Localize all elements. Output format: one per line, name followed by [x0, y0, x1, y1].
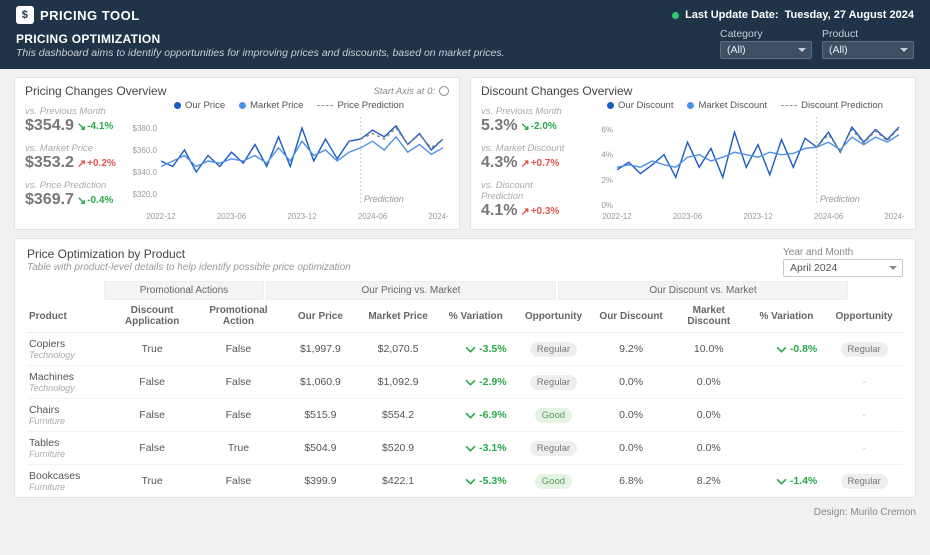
topbar: $ PRICING TOOL Last Update Date: Tuesday…	[0, 0, 930, 69]
group-promo: Promotional Actions	[104, 281, 264, 300]
pricing-overview-card: Pricing Changes Overview Start Axis at 0…	[14, 77, 460, 230]
kpi-d-market: vs. Market Discount 4.3% ↗+0.7%	[481, 143, 577, 172]
product-filter-label: Product	[822, 28, 914, 40]
group-discount: Our Discount vs. Market	[558, 281, 848, 300]
pricing-card-title: Pricing Changes Overview	[25, 84, 166, 98]
svg-text:4%: 4%	[601, 151, 613, 160]
svg-text:Prediction: Prediction	[820, 194, 860, 204]
last-update-value: Tuesday, 27 August 2024	[785, 9, 914, 21]
group-pricing: Our Pricing vs. Market	[266, 281, 556, 300]
col-disc-app[interactable]: Discount Application	[109, 300, 195, 333]
axis-toggle[interactable]: Start Axis at 0:	[374, 86, 449, 97]
col-our-price[interactable]: Our Price	[282, 300, 360, 333]
pricing-kpis: vs. Previous Month $354.9 ↘-4.1% vs. Mar…	[25, 100, 121, 223]
category-filter-label: Category	[720, 28, 812, 40]
page-subtitle: This dashboard aims to identify opportun…	[16, 47, 505, 59]
table-subtitle: Table with product-level details to help…	[27, 262, 351, 273]
table-row[interactable]: CopiersTechnologyTrueFalse$1,997.9$2,070…	[27, 333, 903, 366]
month-filter-label: Year and Month	[783, 247, 903, 258]
col-mkt-price[interactable]: Market Price	[359, 300, 437, 333]
col-product[interactable]: Product	[27, 300, 109, 333]
table-row[interactable]: TablesFurnitureFalseTrue$504.9$520.9-3.1…	[27, 432, 903, 465]
discount-line-chart: 0% 2% 4% 6% Prediction 2022-12 2023-06 2023-12 2…	[585, 113, 905, 223]
svg-text:2023-06: 2023-06	[217, 212, 247, 221]
app-name: PRICING TOOL	[40, 8, 140, 23]
discount-card-title: Discount Changes Overview	[481, 84, 632, 98]
up-arrow-icon: ↗+0.2%	[77, 157, 116, 170]
kpi-prev-month: vs. Previous Month $354.9 ↘-4.1%	[25, 106, 121, 135]
charts-row: Pricing Changes Overview Start Axis at 0…	[14, 77, 916, 230]
svg-text:2024-12: 2024-12	[428, 212, 449, 221]
table-scroll[interactable]: CopiersTechnologyTrueFalse$1,997.9$2,070…	[27, 333, 903, 493]
product-filter-dropdown[interactable]: (All)	[822, 41, 914, 59]
svg-text:2023-12: 2023-12	[287, 212, 317, 221]
column-groups: Promotional Actions Our Pricing vs. Mark…	[27, 281, 903, 300]
status-dot-icon	[672, 12, 679, 19]
table-row[interactable]: MachinesTechnologyFalseFalse$1,060.9$1,0…	[27, 366, 903, 399]
main: Pricing Changes Overview Start Axis at 0…	[0, 69, 930, 506]
table-row[interactable]: BookcasesFurnitureTrueFalse$399.9$422.1-…	[27, 465, 903, 494]
discount-overview-card: Discount Changes Overview vs. Previous M…	[470, 77, 916, 230]
kpi-d-prev-month: vs. Previous Month 5.3% ↘-2.0%	[481, 106, 577, 135]
category-filter-dropdown[interactable]: (All)	[720, 41, 812, 59]
col-mkt-disc[interactable]: Market Discount	[670, 300, 748, 333]
discount-chart-area: Our Discount Market Discount Discount Pr…	[585, 100, 905, 223]
svg-text:2022-12: 2022-12	[602, 212, 632, 221]
down-arrow-icon: ↘-2.0%	[520, 120, 556, 133]
col-d-opp[interactable]: Opportunity	[825, 300, 903, 333]
col-p-var[interactable]: % Variation	[437, 300, 515, 333]
svg-text:Prediction: Prediction	[364, 194, 404, 204]
dollar-icon: $	[16, 6, 34, 24]
col-p-opp[interactable]: Opportunity	[515, 300, 593, 333]
svg-text:2022-12: 2022-12	[146, 212, 176, 221]
radio-off-icon	[439, 86, 449, 96]
svg-text:2023-06: 2023-06	[673, 212, 703, 221]
down-arrow-icon: ↘-4.1%	[77, 120, 113, 133]
svg-text:6%: 6%	[601, 126, 613, 135]
kpi-d-prediction: vs. Discount Prediction 4.1% ↗+0.3%	[481, 180, 577, 220]
footer-credit: Design: Murilo Cremon	[0, 506, 930, 518]
pricing-chart-area: Our Price Market Price Price Prediction …	[129, 100, 449, 223]
svg-text:2024-06: 2024-06	[814, 212, 844, 221]
col-d-var[interactable]: % Variation	[748, 300, 826, 333]
last-update-label: Last Update Date:	[685, 9, 779, 21]
svg-text:$340.0: $340.0	[133, 168, 158, 177]
pricing-line-chart: $320.0 $340.0 $360.0 $380.0 Prediction 2022-1…	[129, 113, 449, 223]
svg-text:0%: 0%	[601, 201, 613, 210]
svg-text:$380.0: $380.0	[133, 124, 158, 133]
app-logo: $ PRICING TOOL	[16, 6, 140, 24]
down-arrow-icon: ↘-0.4%	[77, 194, 113, 207]
month-filter-dropdown[interactable]: April 2024	[783, 259, 903, 277]
col-our-disc[interactable]: Our Discount	[592, 300, 670, 333]
svg-text:2%: 2%	[601, 176, 613, 185]
table-title: Price Optimization by Product	[27, 247, 351, 261]
svg-text:2023-12: 2023-12	[743, 212, 773, 221]
svg-text:$360.0: $360.0	[133, 146, 158, 155]
table-row[interactable]: ChairsFurnitureFalseFalse$515.9$554.2-6.…	[27, 399, 903, 432]
kpi-market-price: vs. Market Price $353.2 ↗+0.2%	[25, 143, 121, 172]
page-title: PRICING OPTIMIZATION	[16, 32, 505, 46]
table-body: CopiersTechnologyTrueFalse$1,997.9$2,070…	[27, 333, 903, 493]
kpi-prediction: vs. Price Prediction $369.7 ↘-0.4%	[25, 180, 121, 209]
title-block: PRICING OPTIMIZATION This dashboard aims…	[16, 32, 505, 59]
product-table: Product Discount Application Promotional…	[27, 300, 903, 333]
col-promo[interactable]: Promotional Action	[195, 300, 281, 333]
product-table-card: Price Optimization by Product Table with…	[14, 238, 916, 498]
up-arrow-icon: ↗+0.7%	[520, 157, 559, 170]
svg-text:2024-12: 2024-12	[884, 212, 905, 221]
filters: Category (All) Product (All)	[720, 28, 914, 59]
last-update: Last Update Date: Tuesday, 27 August 202…	[672, 9, 914, 21]
up-arrow-icon: ↗+0.3%	[520, 205, 559, 218]
svg-text:2024-06: 2024-06	[358, 212, 388, 221]
svg-text:$320.0: $320.0	[133, 190, 158, 199]
discount-kpis: vs. Previous Month 5.3% ↘-2.0% vs. Marke…	[481, 100, 577, 223]
